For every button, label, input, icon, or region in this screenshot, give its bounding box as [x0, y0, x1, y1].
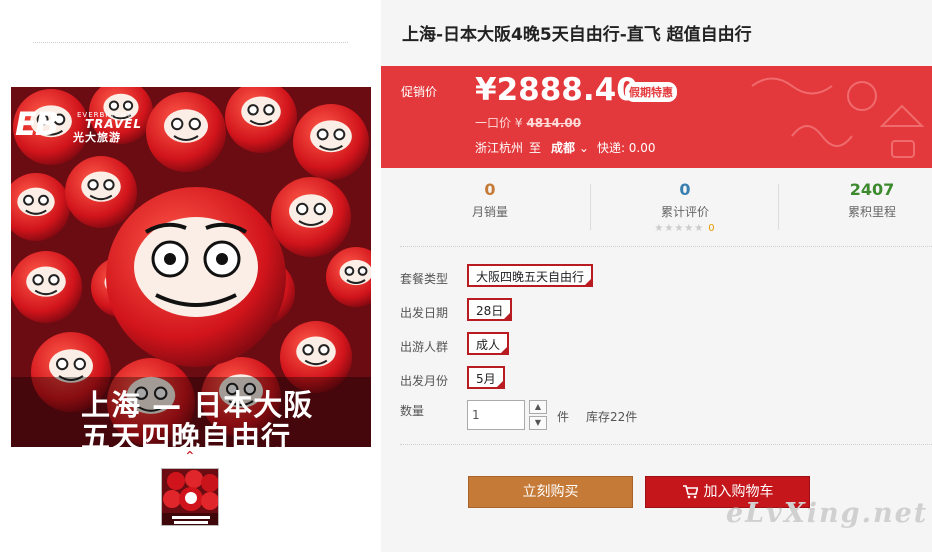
stock-count: 库存22件 [586, 410, 638, 424]
shipping-fee: 快递: 0.00 [596, 141, 656, 155]
section-divider [400, 246, 932, 247]
stat-mileage: 2407 累积里程 [782, 180, 932, 220]
option-travelers[interactable]: 成人 [467, 332, 510, 355]
stat-value: 2407 [849, 180, 895, 199]
selected-check-icon [584, 278, 593, 286]
quantity-increment-button[interactable]: ▲ [529, 400, 547, 414]
brand-logo: EB EVERBRIGHT TRAVEL 光大旅游 [15, 105, 143, 144]
product-main-image[interactable]: EB EVERBRIGHT TRAVEL 光大旅游 上海 — 日本大阪 五天四晚… [11, 87, 371, 447]
selected-check-icon [503, 312, 512, 320]
shipping-route: 浙江杭州至成都 ⌄ 快递: 0.00 [475, 139, 656, 156]
selected-check-icon [500, 346, 509, 354]
thumbnail-image[interactable] [161, 468, 219, 526]
option-date[interactable]: 28日 [467, 298, 513, 321]
stat-divider [590, 184, 591, 230]
promo-label: 促销价 [401, 85, 438, 99]
route-to-label: 至 [529, 141, 542, 155]
quantity-unit: 件 [557, 410, 570, 424]
promo-badge: 假期特惠 [625, 82, 677, 102]
stat-label: 累积里程 [847, 205, 896, 219]
selected-check-icon [495, 380, 504, 388]
option-label-date: 出发日期 [400, 306, 449, 320]
option-label-month: 出发月份 [400, 374, 449, 388]
decorative-pattern [751, 77, 925, 158]
image-caption-line2: 五天四晚自由行 [81, 420, 292, 447]
rating-stars: ★★★★★ 0 [654, 223, 716, 234]
stats-bar: 0 月销量 0 累计评价 ★★★★★ 0 2407 累积里程 [400, 176, 932, 240]
quantity-label: 数量 [400, 404, 425, 418]
option-label-package: 套餐类型 [400, 272, 449, 286]
product-info-panel: 上海-日本大阪4晚5天自由行-直飞 超值自由行 促销价 ¥2888.40 假期特… [381, 0, 932, 552]
chevron-down-icon[interactable]: ⌄ [579, 141, 589, 155]
section-divider [400, 444, 932, 445]
quantity-decrement-button[interactable]: ▼ [529, 416, 547, 430]
option-month[interactable]: 5月 [467, 366, 505, 389]
cart-icon [682, 485, 698, 499]
route-from: 浙江杭州 [475, 141, 524, 155]
option-label-travelers: 出游人群 [400, 340, 449, 354]
chevron-up-icon[interactable]: ⌃ [184, 450, 196, 464]
gallery-divider [33, 42, 348, 43]
price-box: 促销价 ¥2888.40 假期特惠 一口价 ¥4814.00 浙江杭州至成都 ⌄… [381, 66, 932, 168]
stat-monthly-sales: 0 月销量 [400, 180, 580, 220]
destination-select[interactable]: 成都 [551, 141, 575, 155]
stat-label: 累计评价 [660, 205, 709, 219]
quantity-input[interactable]: 1 [467, 400, 525, 430]
option-package[interactable]: 大阪四晚五天自由行 [467, 264, 594, 287]
buy-now-button[interactable]: 立刻购买 [468, 476, 633, 508]
stat-label: 月销量 [471, 205, 508, 219]
original-price-value: 4814.00 [526, 116, 582, 130]
original-price: 一口价 ¥4814.00 [475, 114, 581, 131]
stat-value: 0 [484, 180, 496, 199]
current-price: ¥2888.40 [475, 72, 638, 108]
watermark: eLvXing.net [726, 498, 929, 529]
stat-reviews[interactable]: 0 累计评价 ★★★★★ 0 [595, 180, 775, 234]
stat-value: 0 [679, 180, 691, 199]
product-title: 上海-日本大阪4晚5天自由行-直飞 超值自由行 [402, 25, 752, 45]
gallery-panel: EB EVERBRIGHT TRAVEL 光大旅游 上海 — 日本大阪 五天四晚… [0, 0, 381, 552]
stat-divider [778, 184, 779, 230]
original-price-label: 一口价 ¥ [475, 116, 523, 130]
